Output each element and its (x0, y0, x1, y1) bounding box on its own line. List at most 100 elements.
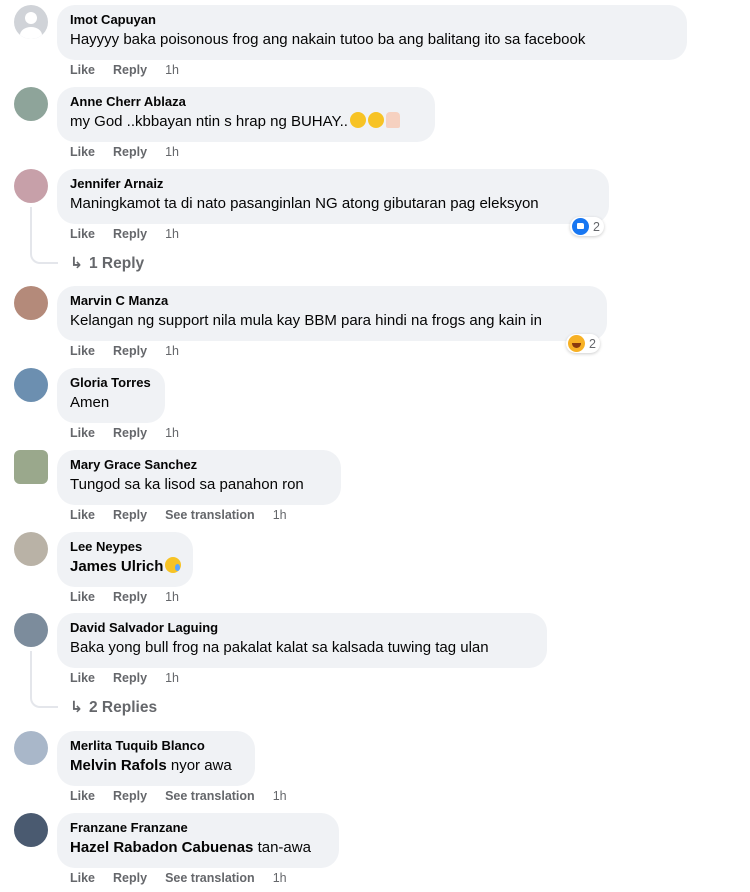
comment-text-content: tan-awa (257, 839, 311, 856)
comment-timestamp[interactable]: 1h (165, 671, 179, 685)
comment-author[interactable]: Imot Capuyan (70, 11, 674, 28)
like-button[interactable]: Like (70, 145, 95, 159)
like-button[interactable]: Like (70, 227, 95, 241)
sad-emoji-icon (349, 112, 366, 128)
see-translation-link[interactable]: See translation (165, 871, 255, 885)
comment-text: Maningkamot ta di nato pasanginlan NG at… (70, 195, 539, 212)
comment-actions: Like Reply 1h (70, 426, 197, 440)
mention-link[interactable]: Melvin Rafols (70, 757, 167, 774)
comment-timestamp[interactable]: 1h (165, 145, 179, 159)
like-button[interactable]: Like (70, 590, 95, 604)
reply-button[interactable]: Reply (113, 426, 147, 440)
comment-actions: Like Reply See translation 1h (70, 871, 305, 885)
reply-button[interactable]: Reply (113, 508, 147, 522)
comment-text: Melvin Rafols nyor awa (70, 756, 242, 776)
reply-arrow-icon: ↳ (70, 255, 83, 272)
comment-actions: Like Reply 1h (70, 145, 197, 159)
avatar[interactable] (14, 450, 48, 484)
reply-button[interactable]: Reply (113, 789, 147, 803)
reply-button[interactable]: Reply (113, 671, 147, 685)
avatar[interactable] (14, 613, 48, 647)
view-replies-link[interactable]: ↳ 2 Replies (70, 698, 157, 717)
comment-author[interactable]: Lee Neypes (70, 538, 180, 555)
comment-text: Hayyyy baka poisonous frog ang nakain tu… (70, 31, 586, 48)
comment-text: my God ..kbbayan ntin s hrap ng BUHAY.. (70, 112, 422, 132)
like-button[interactable]: Like (70, 789, 95, 803)
crying-emoji-icon (165, 557, 182, 573)
comment-actions: Like Reply 1h (70, 227, 197, 241)
comment-author[interactable]: Merlita Tuquib Blanco (70, 737, 242, 754)
comment-text: Tungod sa ka lisod sa panahon ron (70, 476, 304, 493)
sad-emoji-icon (367, 112, 384, 128)
comment-text: Amen (70, 394, 110, 411)
comment-timestamp[interactable]: 1h (273, 789, 287, 803)
comment-bubble: Imot Capuyan Hayyyy baka poisonous frog … (57, 5, 687, 60)
avatar[interactable] (14, 813, 48, 847)
thread-line (30, 651, 58, 708)
comment-actions: Like Reply 1h (70, 671, 197, 685)
mention-link[interactable]: James Ulrich (70, 558, 163, 575)
reply-button[interactable]: Reply (113, 590, 147, 604)
avatar[interactable] (14, 286, 48, 320)
comment-timestamp[interactable]: 1h (165, 590, 179, 604)
reply-button[interactable]: Reply (113, 871, 147, 885)
comment-timestamp[interactable]: 1h (165, 63, 179, 77)
avatar[interactable] (14, 532, 48, 566)
haha-reaction-icon (568, 335, 585, 352)
avatar[interactable] (14, 169, 48, 203)
avatar[interactable] (14, 5, 48, 39)
comment-author[interactable]: Franzane Franzane (70, 819, 326, 836)
view-replies-link[interactable]: ↳ 1 Reply (70, 254, 144, 273)
like-button[interactable]: Like (70, 426, 95, 440)
comment-bubble: Mary Grace Sanchez Tungod sa ka lisod sa… (57, 450, 341, 505)
comment-timestamp[interactable]: 1h (165, 426, 179, 440)
thread-line (30, 207, 58, 264)
reply-button[interactable]: Reply (113, 227, 147, 241)
like-button[interactable]: Like (70, 508, 95, 522)
see-translation-link[interactable]: See translation (165, 508, 255, 522)
like-button[interactable]: Like (70, 344, 95, 358)
comment-text: Kelangan ng support nila mula kay BBM pa… (70, 312, 542, 329)
mention-link[interactable]: Hazel Rabadon Cabuenas (70, 839, 253, 856)
avatar[interactable] (14, 731, 48, 765)
comment-bubble: Jennifer Arnaiz Maningkamot ta di nato p… (57, 169, 609, 224)
comment-timestamp[interactable]: 1h (165, 227, 179, 241)
comment-bubble: Franzane Franzane Hazel Rabadon Cabuenas… (57, 813, 339, 868)
comment-actions: Like Reply 1h (70, 63, 197, 77)
comment-bubble: Gloria Torres Amen (57, 368, 165, 423)
comment-text: Baka yong bull frog na pakalat kalat sa … (70, 639, 489, 656)
comment-bubble: Anne Cherr Ablaza my God ..kbbayan ntin … (57, 87, 435, 142)
comment-actions: Like Reply See translation 1h (70, 508, 305, 522)
comment-author[interactable]: David Salvador Laguing (70, 619, 534, 636)
comment-text-content: nyor awa (170, 757, 232, 774)
avatar[interactable] (14, 368, 48, 402)
reaction-summary[interactable]: 2 (566, 334, 600, 353)
reply-button[interactable]: Reply (113, 145, 147, 159)
comment-author[interactable]: Mary Grace Sanchez (70, 456, 328, 473)
comment-text: James Ulrich (70, 557, 182, 577)
comment-timestamp[interactable]: 1h (273, 508, 287, 522)
comment-timestamp[interactable]: 1h (273, 871, 287, 885)
reaction-summary[interactable]: 2 (570, 217, 604, 236)
reply-arrow-icon: ↳ (70, 699, 83, 716)
praying-hands-icon (385, 112, 400, 128)
like-button[interactable]: Like (70, 871, 95, 885)
comment-bubble: David Salvador Laguing Baka yong bull fr… (57, 613, 547, 668)
comment-timestamp[interactable]: 1h (165, 344, 179, 358)
comment-author[interactable]: Anne Cherr Ablaza (70, 93, 422, 110)
comment-actions: Like Reply See translation 1h (70, 789, 305, 803)
comment-bubble: Marvin C Manza Kelangan ng support nila … (57, 286, 607, 341)
comment-bubble: Merlita Tuquib Blanco Melvin Rafols nyor… (57, 731, 255, 786)
replies-label: 1 Reply (89, 255, 145, 272)
comment-author[interactable]: Jennifer Arnaiz (70, 175, 596, 192)
comment-author[interactable]: Gloria Torres (70, 374, 152, 391)
avatar[interactable] (14, 87, 48, 121)
replies-label: 2 Replies (89, 699, 158, 716)
comment-text: Hazel Rabadon Cabuenas tan-awa (70, 838, 326, 858)
like-button[interactable]: Like (70, 63, 95, 77)
see-translation-link[interactable]: See translation (165, 789, 255, 803)
comment-author[interactable]: Marvin C Manza (70, 292, 594, 309)
reply-button[interactable]: Reply (113, 63, 147, 77)
reply-button[interactable]: Reply (113, 344, 147, 358)
like-button[interactable]: Like (70, 671, 95, 685)
